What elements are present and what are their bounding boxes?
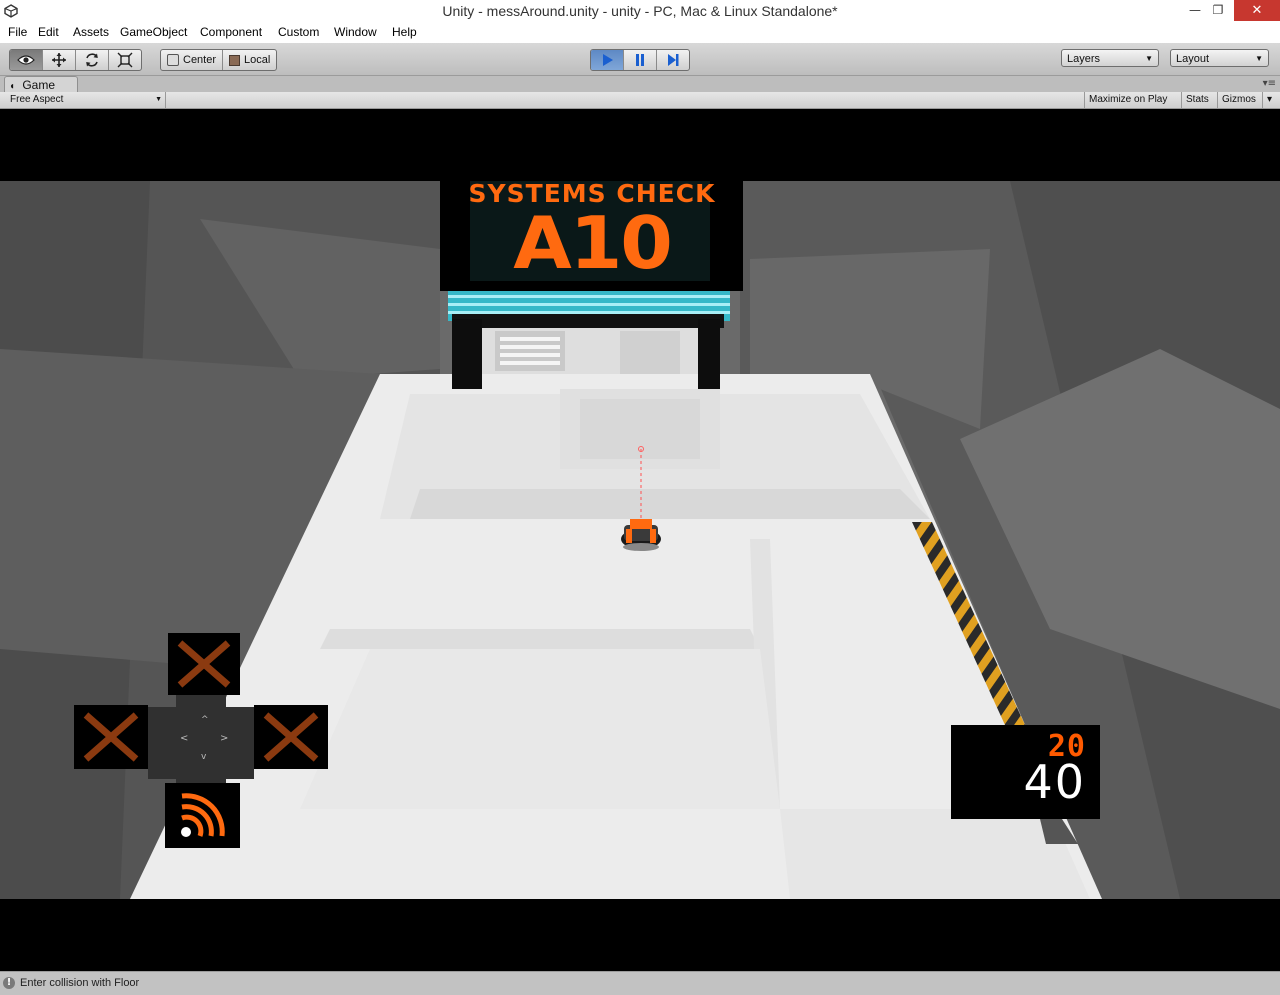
menu-gameobject[interactable]: GameObject (120, 25, 187, 39)
pause-icon (636, 54, 644, 66)
aspect-dropdown[interactable]: Free Aspect ▼ (4, 92, 166, 108)
chevron-down-icon: ▼ (1145, 54, 1153, 63)
pivot-local-label: Local (244, 54, 271, 66)
menu-window[interactable]: Window (334, 25, 377, 39)
info-icon: ! (3, 977, 15, 989)
gizmos-dropdown[interactable]: Gizmos (1217, 92, 1260, 108)
panel-menu-icon[interactable]: ▾≡ (1263, 78, 1276, 89)
maximize-on-play-toggle[interactable]: Maximize on Play (1084, 92, 1171, 108)
rotate-icon (86, 53, 98, 67)
menu-component[interactable]: Component (200, 25, 262, 39)
step-button[interactable] (657, 50, 689, 70)
game-viewport[interactable]: ^ < > v SYSTEMS CHECK A10 20 40 (0, 109, 1280, 971)
panel-tab-bar: ◖ Game ▾≡ (0, 76, 1280, 93)
scale-tool-button[interactable] (109, 50, 141, 70)
gantry-right-leg (698, 319, 720, 389)
sign-code: A10 (513, 201, 673, 285)
view-tool-button[interactable] (10, 50, 43, 70)
play-icon (603, 54, 613, 66)
stats-toggle[interactable]: Stats (1181, 92, 1213, 108)
play-button[interactable] (591, 50, 624, 70)
tab-game[interactable]: ◖ Game (4, 76, 78, 93)
score-large: 40 (1023, 755, 1086, 809)
menu-file[interactable]: File (8, 25, 27, 39)
transform-tools (9, 49, 142, 71)
chevron-down-icon: ▼ (155, 96, 162, 103)
pivot-toggles: Center Local (160, 49, 278, 71)
menu-assets[interactable]: Assets (73, 25, 109, 39)
svg-text:>: > (220, 733, 228, 744)
layout-label: Layout (1176, 53, 1210, 65)
maximize-button[interactable]: ❐ (1203, 0, 1233, 21)
step-forward-icon (668, 54, 679, 66)
close-button[interactable]: ✕ (1234, 0, 1280, 21)
tab-game-label: Game (22, 78, 56, 92)
pivot-center-label: Center (183, 54, 217, 66)
status-message: Enter collision with Floor (20, 977, 140, 989)
menu-custom[interactable]: Custom (278, 25, 319, 39)
svg-text:^: ^ (201, 715, 209, 725)
chevron-down-icon[interactable]: ▾ (1262, 92, 1276, 108)
pause-button[interactable] (624, 50, 657, 70)
cube-icon (229, 54, 241, 66)
eye-icon (17, 55, 35, 65)
svg-text:v: v (201, 752, 207, 762)
menu-help[interactable]: Help (392, 25, 417, 39)
gantry-left-leg (452, 319, 482, 389)
score-panel: 20 40 (951, 725, 1100, 819)
aspect-label: Free Aspect (10, 94, 64, 105)
rotate-tool-button[interactable] (76, 50, 109, 70)
chevron-down-icon: ▼ (1255, 54, 1263, 63)
playback-controls (590, 49, 690, 71)
center-icon (167, 54, 179, 66)
move-tool-button[interactable] (43, 50, 76, 70)
main-toolbar: Center Local Layers ▼ Layout ▼ (0, 43, 1280, 76)
pivot-local-button[interactable]: Local (223, 50, 276, 70)
move-arrows-icon (52, 53, 66, 67)
window-title-bar: Unity - messAround.unity - unity - PC, M… (0, 0, 1280, 23)
menu-edit[interactable]: Edit (38, 25, 59, 39)
layers-dropdown[interactable]: Layers ▼ (1061, 49, 1159, 67)
status-bar[interactable]: ! Enter collision with Floor (0, 971, 1280, 995)
layout-dropdown[interactable]: Layout ▼ (1170, 49, 1269, 67)
layers-label: Layers (1067, 53, 1101, 65)
pivot-center-button[interactable]: Center (161, 50, 224, 70)
game-view-toolbar: Free Aspect ▼ Maximize on Play Stats Giz… (0, 92, 1280, 109)
scale-icon (117, 52, 133, 68)
window-title: Unity - messAround.unity - unity - PC, M… (442, 3, 838, 19)
svg-text:<: < (180, 733, 188, 744)
menu-bar: File Edit Assets GameObject Component Cu… (0, 23, 1280, 43)
